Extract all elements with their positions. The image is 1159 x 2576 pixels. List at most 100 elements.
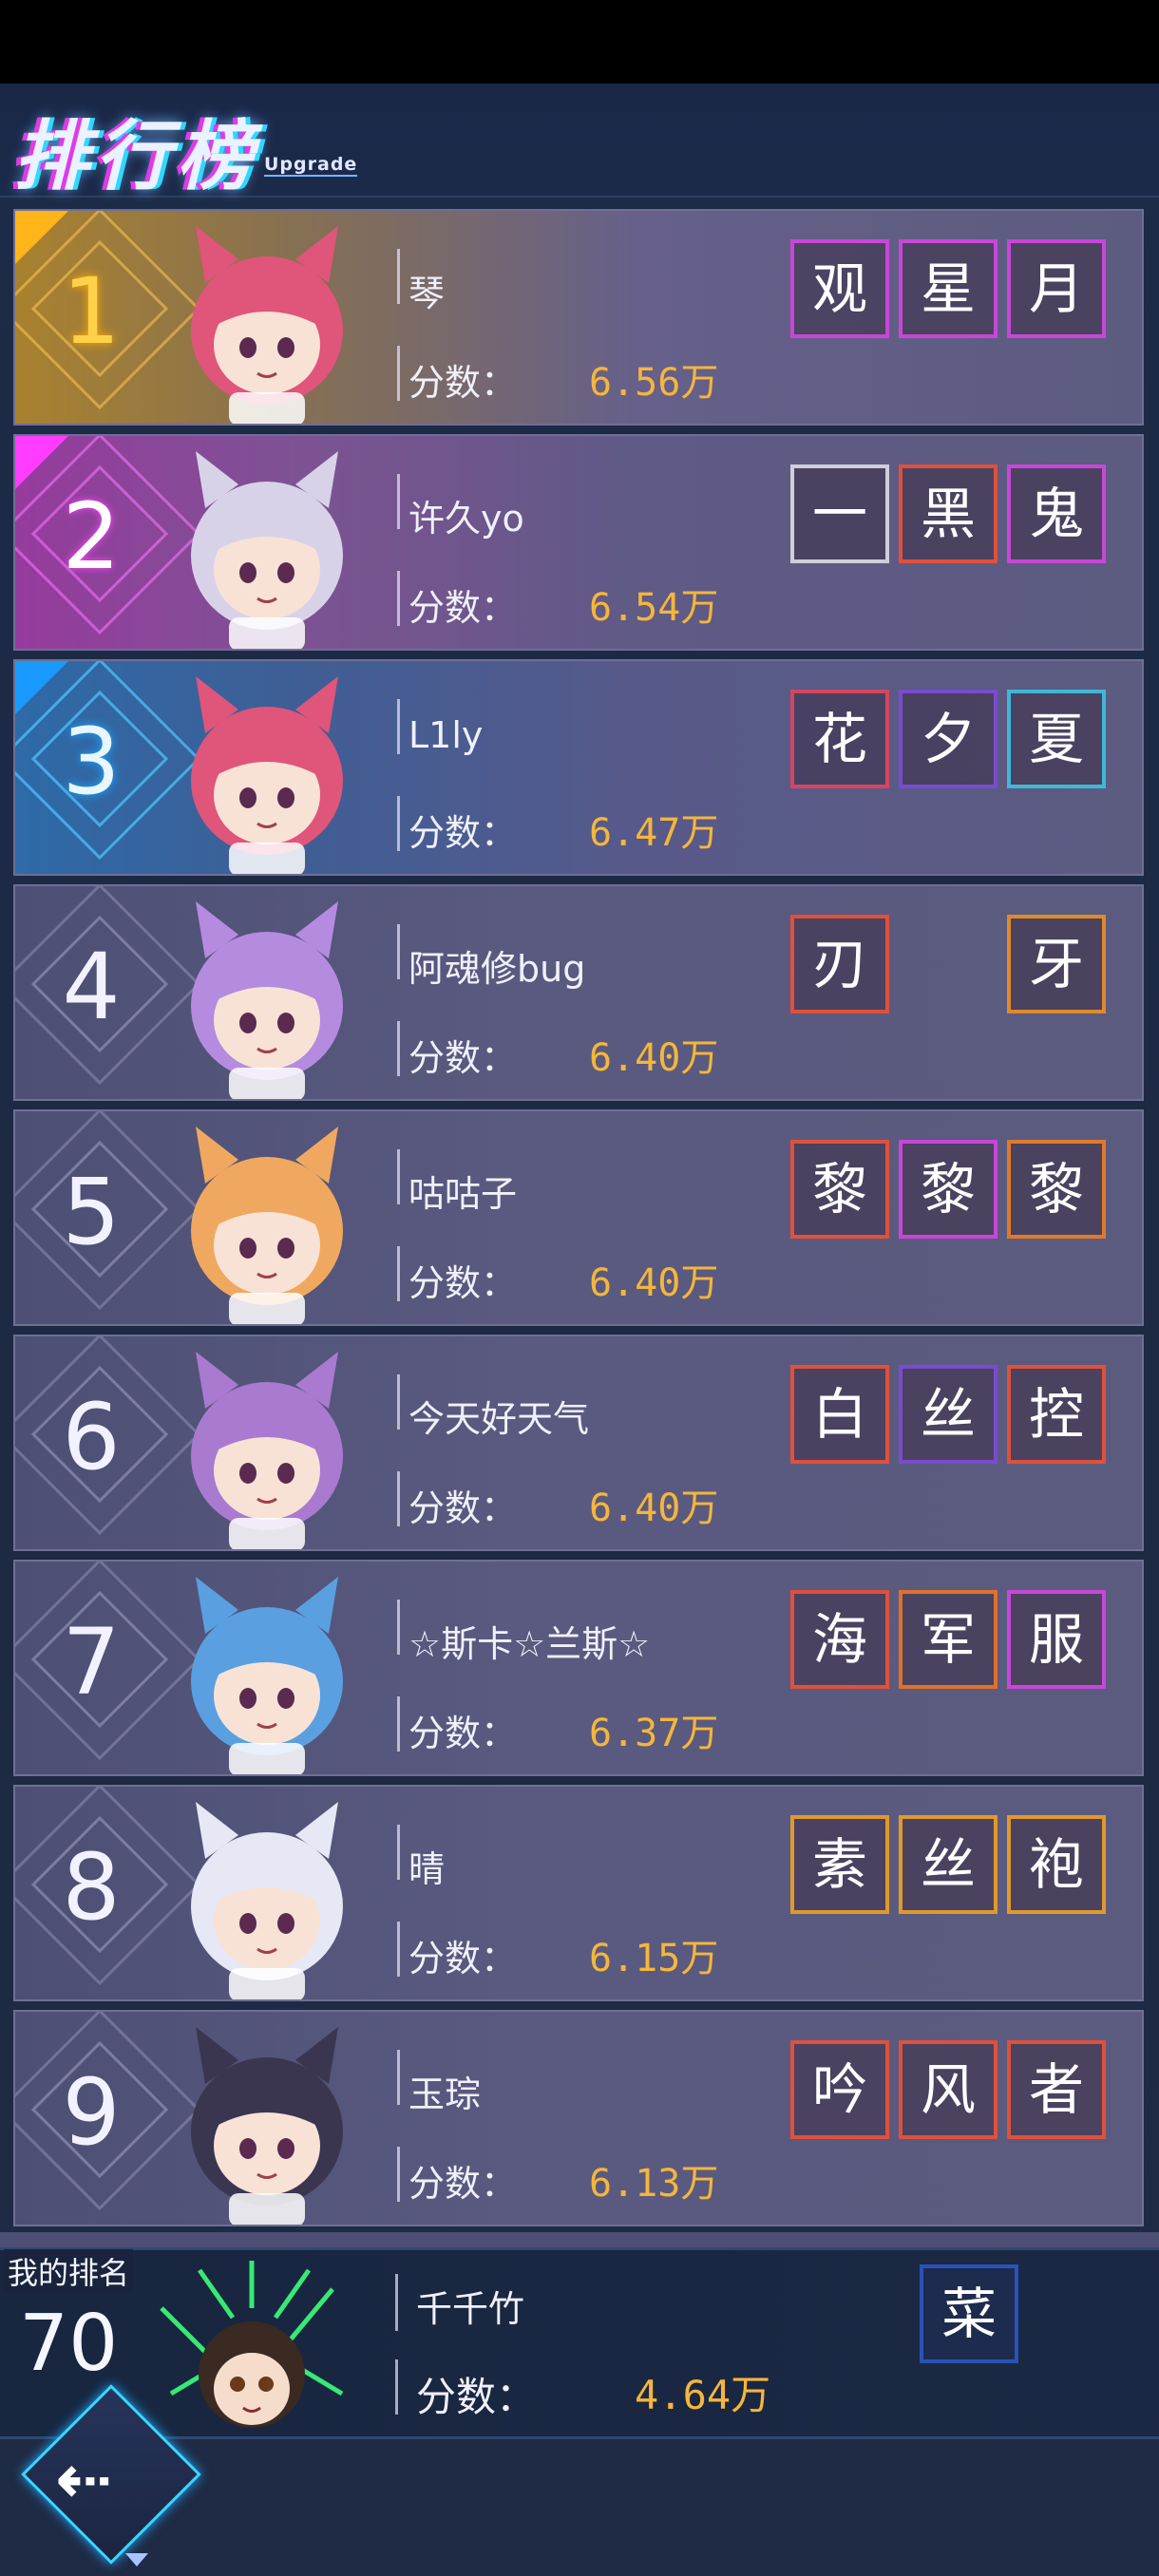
score-value: 6.40万: [589, 1261, 719, 1305]
leaderboard-row[interactable]: 9 玉琮 分数： 6.13万 吟风者: [13, 2010, 1144, 2226]
my-score-label: 分数：: [416, 2374, 537, 2420]
title-tag: 丝: [899, 1815, 998, 1914]
score-value: 6.37万: [589, 1712, 719, 1755]
player-name: 咕咕子: [408, 1173, 518, 1215]
score-separator: [397, 1471, 400, 1526]
title-tag: 黎: [790, 1140, 889, 1239]
title-tag: 黑: [899, 464, 998, 563]
score-separator: [397, 571, 400, 626]
title-tag: 牙: [1007, 915, 1106, 1013]
name-separator: [397, 1374, 400, 1430]
name-separator: [397, 474, 400, 529]
name-separator: [397, 1600, 400, 1655]
player-avatar: [191, 676, 343, 874]
title-tag: 军: [899, 1590, 998, 1689]
player-name: 今天好天气: [408, 1398, 590, 1440]
title-tag: 海: [790, 1590, 889, 1689]
player-name: 阿魂修bug: [408, 948, 586, 990]
name-separator: [397, 249, 400, 304]
title-tag: 夏: [1007, 690, 1106, 788]
leaderboard-row[interactable]: 3 L1ly 分数： 6.47万 花夕夏: [13, 659, 1144, 876]
title-tag: 一: [790, 464, 889, 563]
rank-number: 8: [62, 1834, 121, 1941]
score-value: 6.15万: [589, 1937, 719, 1980]
title-tag: 控: [1007, 1365, 1106, 1464]
player-avatar: [191, 1577, 343, 1774]
player-name: L1ly: [408, 714, 484, 756]
score-label: 分数：: [408, 362, 518, 404]
my-name-separator: [395, 2274, 398, 2331]
score-separator: [397, 1696, 400, 1752]
my-rank-number: 70: [19, 2299, 119, 2389]
score-value: 6.47万: [589, 811, 719, 855]
rank-number: 3: [62, 709, 121, 815]
rank-number: 7: [62, 1609, 121, 1715]
my-name: 千千竹: [416, 2288, 525, 2330]
leaderboard-row[interactable]: 7 ☆斯卡☆兰斯☆ 分数： 6.37万 海军服: [13, 1560, 1144, 1776]
score-value: 6.54万: [589, 586, 719, 630]
name-separator: [397, 699, 400, 754]
rank-number: 4: [62, 934, 121, 1040]
player-name: 玉琮: [408, 2074, 482, 2115]
score-value: 6.40万: [589, 1036, 719, 1080]
title-tag: 服: [1007, 1590, 1106, 1689]
name-separator: [397, 1149, 400, 1204]
score-separator: [397, 796, 400, 851]
score-label: 分数：: [408, 1487, 518, 1529]
rank-number: 6: [62, 1384, 121, 1490]
title-tag: 丝: [899, 1365, 998, 1464]
leaderboard-row[interactable]: 6 今天好天气分数： 6.40万 白丝控: [13, 1335, 1144, 1551]
leaderboard-row[interactable]: 1 琴分数： 6.56万 观星月: [13, 209, 1144, 426]
rank-number: 9: [62, 2059, 121, 2166]
back-arrow-icon: ⇠: [55, 2439, 113, 2519]
score-value: 6.56万: [589, 361, 719, 405]
title-tag: 夕: [899, 690, 998, 788]
name-separator: [397, 2050, 400, 2105]
name-separator: [397, 924, 400, 979]
leaderboard-row[interactable]: 8 晴分数： 6.15万 素丝袍: [13, 1785, 1144, 2001]
name-separator: [397, 1825, 400, 1880]
page-title: 排行榜: [13, 112, 258, 200]
score-label: 分数：: [408, 1938, 518, 1979]
leaderboard-row[interactable]: 4 阿魂修bug 分数： 6.40万 刃 牙: [13, 884, 1144, 1101]
leaderboard-row[interactable]: 2 许久yo 分数： 6.54万 一黑鬼: [13, 434, 1144, 651]
score-separator: [397, 1246, 400, 1301]
score-label: 分数：: [408, 812, 518, 854]
title-tag: 袍: [1007, 1815, 1106, 1914]
player-avatar: [191, 901, 343, 1099]
chevron-down-icon: [125, 2553, 148, 2567]
score-value: 6.40万: [589, 1487, 719, 1530]
back-button[interactable]: ⇠: [21, 2384, 201, 2567]
score-label: 分数：: [408, 2163, 518, 2205]
player-avatar: [191, 2027, 343, 2225]
player-name: 晴: [408, 1848, 446, 1890]
score-label: 分数：: [408, 1037, 518, 1079]
title-tag: 白: [790, 1365, 889, 1464]
my-score-separator: [395, 2359, 398, 2415]
list-row-peek: [0, 2232, 1159, 2247]
title-tag: 者: [1007, 2040, 1106, 2139]
player-avatar: [191, 1127, 343, 1324]
title-tag: 观: [790, 239, 889, 338]
score-separator: [397, 1922, 400, 1977]
player-avatar: [191, 226, 343, 424]
page-subtitle: Upgrade: [264, 154, 358, 177]
title-tag: 吟: [790, 2040, 889, 2139]
rank-number: 2: [62, 483, 121, 590]
player-name: ☆斯卡☆兰斯☆: [408, 1623, 651, 1665]
title-tag: 素: [790, 1815, 889, 1914]
score-separator: [397, 2147, 400, 2202]
score-label: 分数：: [408, 587, 518, 629]
title-tag: 黎: [899, 1140, 998, 1239]
leaderboard-row[interactable]: 5 咕咕子 分数： 6.40万黎黎黎: [13, 1109, 1144, 1326]
score-separator: [397, 346, 400, 401]
player-avatar: [191, 1352, 343, 1549]
score-value: 6.13万: [589, 2162, 719, 2206]
title-tag: 黎: [1007, 1140, 1106, 1239]
title-tag: 星: [899, 239, 998, 338]
score-label: 分数：: [408, 1713, 518, 1754]
score-label: 分数：: [408, 1262, 518, 1304]
rank-number: 5: [62, 1159, 121, 1265]
title-tag: 刃: [790, 915, 889, 1013]
player-name: 琴: [408, 273, 446, 314]
